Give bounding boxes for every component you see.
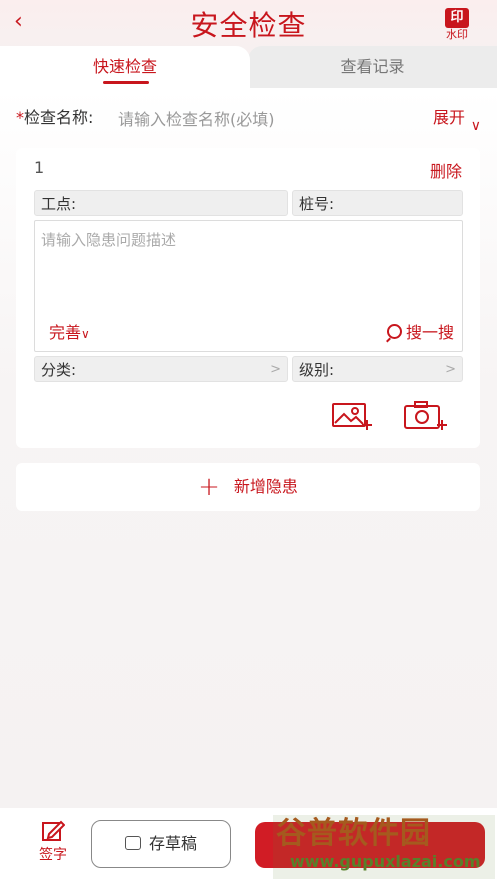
- save-draft-button[interactable]: 存草稿: [91, 820, 231, 868]
- expand-button[interactable]: 展开: [433, 100, 465, 136]
- tab-label: 快速检查: [92, 57, 157, 76]
- search-label: 搜一搜: [405, 323, 454, 342]
- hazard-card: 1 删除 工点: 桩号: 完善∨ 搜一搜 分类: > 级别: >: [16, 148, 480, 448]
- add-image-icon[interactable]: [332, 400, 376, 432]
- check-name-label-text: 检查名称:: [24, 108, 94, 127]
- tab-bar: 查看记录 快速检查: [0, 46, 497, 88]
- tab-quick-check[interactable]: 快速检查: [0, 46, 250, 88]
- level-select[interactable]: 级别: >: [292, 356, 463, 382]
- chevron-down-icon: ∨: [81, 327, 90, 341]
- description-box: 完善∨ 搜一搜: [34, 220, 463, 352]
- watermark-button[interactable]: 印 水印: [441, 6, 473, 42]
- tab-view-records[interactable]: 查看记录: [248, 46, 497, 88]
- draft-label: 存草稿: [148, 834, 197, 853]
- tab-underline: [103, 81, 149, 84]
- chevron-right-icon: >: [445, 362, 456, 377]
- required-mark: *: [16, 108, 24, 127]
- page-title: 安全检查: [190, 9, 307, 42]
- description-input[interactable]: [41, 229, 451, 299]
- perfect-button[interactable]: 完善∨: [49, 319, 90, 343]
- edit-icon: [42, 820, 66, 841]
- chevron-down-icon[interactable]: ∨: [471, 108, 481, 144]
- hazard-index: 1: [34, 158, 45, 177]
- draft-icon: [124, 836, 141, 850]
- top-bar: ‹ 安全检查 印 水印: [0, 0, 497, 46]
- watermark-url: www.gupuxlazai.com: [290, 852, 481, 871]
- work-point-field[interactable]: 工点:: [34, 190, 288, 216]
- work-point-label: 工点:: [41, 195, 77, 213]
- plus-icon: +: [198, 472, 220, 502]
- category-label: 分类:: [41, 361, 77, 379]
- category-select[interactable]: 分类: >: [34, 356, 288, 382]
- search-button[interactable]: 搜一搜: [386, 319, 454, 343]
- pile-number-label: 桩号:: [299, 195, 335, 213]
- chevron-right-icon: >: [270, 362, 281, 377]
- check-name-input[interactable]: [118, 108, 378, 130]
- check-name-label: *检查名称:: [16, 100, 93, 136]
- tab-label: 查看记录: [340, 57, 405, 76]
- add-camera-icon[interactable]: [404, 400, 448, 432]
- delete-button[interactable]: 删除: [430, 158, 462, 182]
- pile-number-field[interactable]: 桩号:: [292, 190, 463, 216]
- sign-label: 签字: [39, 847, 67, 863]
- check-name-row: *检查名称: 展开 ∨: [0, 100, 497, 136]
- perfect-label: 完善: [49, 323, 82, 342]
- add-hazard-button[interactable]: + 新增隐患: [16, 463, 480, 511]
- sign-button[interactable]: 签字: [30, 820, 76, 864]
- add-hazard-label: 新增隐患: [233, 477, 298, 496]
- search-icon: [386, 324, 402, 339]
- watermark-label: 水印: [446, 28, 468, 41]
- watermark-icon: 印: [445, 8, 469, 28]
- watermark-brand-text: 谷普软件园: [276, 816, 431, 851]
- level-label: 级别:: [299, 361, 335, 379]
